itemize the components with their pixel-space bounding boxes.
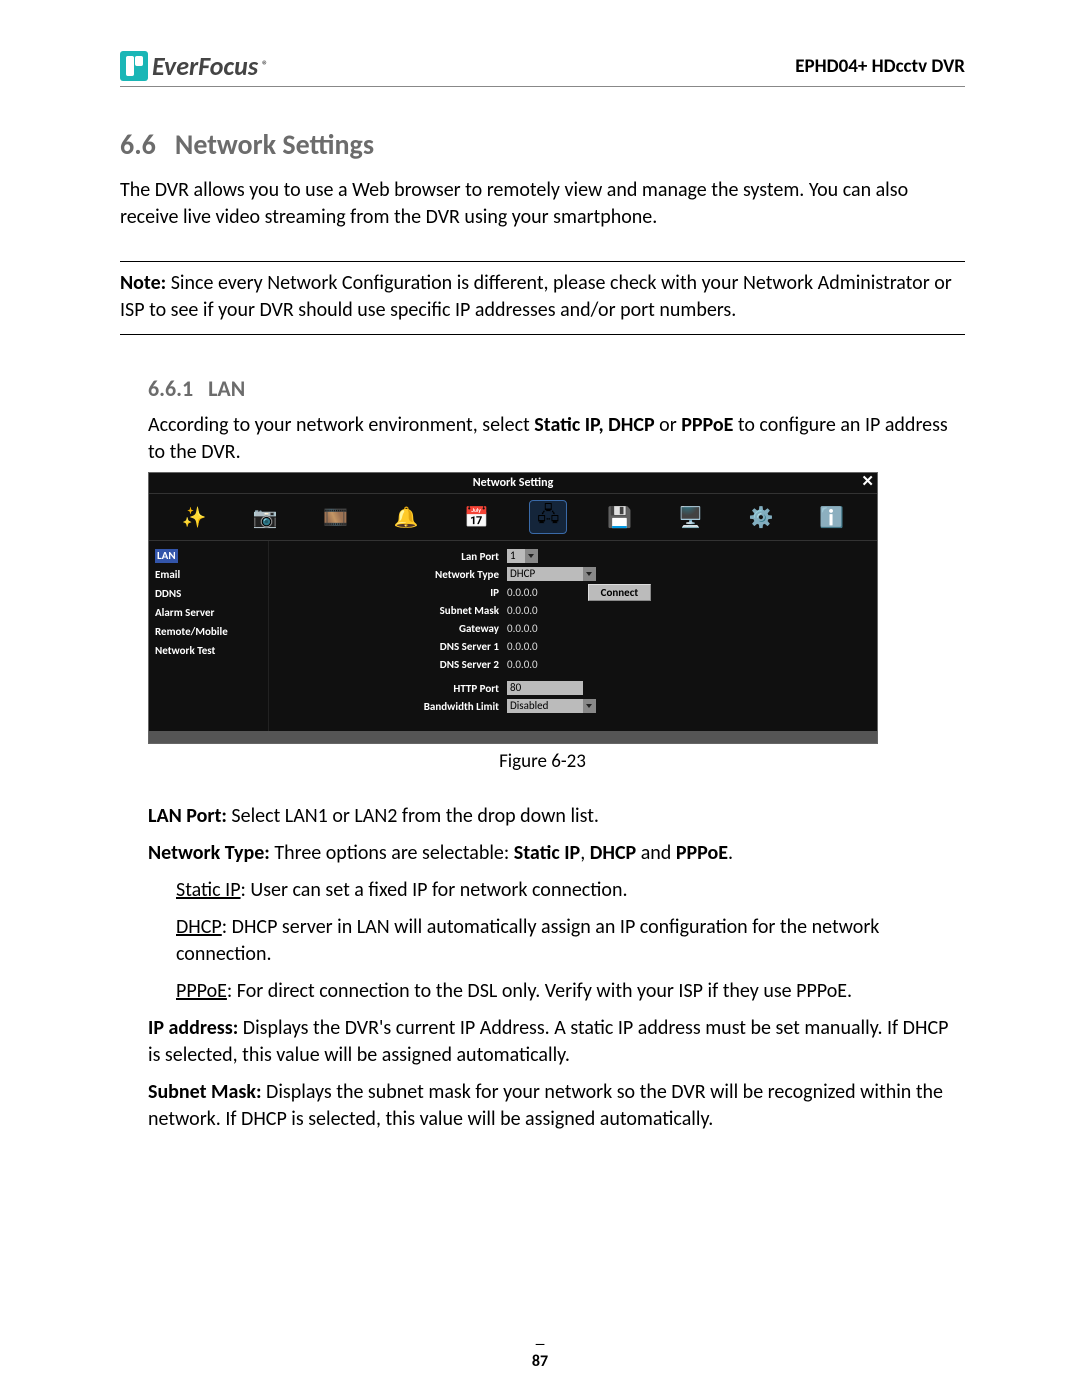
window-titlebar: Network Setting ✕ <box>149 473 877 494</box>
def-subnet-mask: Subnet Mask: Displays the subnet mask fo… <box>148 1079 965 1133</box>
camera-icon[interactable]: 📷 <box>247 501 283 533</box>
network-icon[interactable]: 🖧 <box>529 500 567 534</box>
subsection-intro: According to your network environment, s… <box>120 412 965 466</box>
page-header: EverFocus ® EPHD04+ HDcctv DVR <box>120 50 965 87</box>
brand-name: EverFocus <box>152 50 258 82</box>
sidebar-item-ddns[interactable]: DDNS <box>155 587 181 600</box>
value-dns2: 0.0.0.0 <box>507 658 538 671</box>
info-icon[interactable]: ℹ️ <box>814 501 850 533</box>
sidebar-item-alarm-server[interactable]: Alarm Server <box>155 606 214 619</box>
form-panel: Lan Port 1 Network Type DHCP IP 0.0.0.0 … <box>269 541 877 731</box>
def-dhcp: DHCP: DHCP server in LAN will automatica… <box>148 914 965 968</box>
sparkle-wand-icon[interactable]: ✨ <box>176 501 212 533</box>
label-network-type: Network Type <box>279 568 507 581</box>
sidebar-item-lan[interactable]: LAN <box>155 549 178 563</box>
section-heading: 6.6 Network Settings <box>120 127 965 162</box>
network-type-dropdown-icon[interactable] <box>583 567 596 581</box>
subsection-heading: 6.6.1 LAN <box>120 375 965 402</box>
http-port-input[interactable]: 80 <box>507 681 583 695</box>
note-box: Note: Since every Network Configuration … <box>120 261 965 335</box>
definitions: LAN Port: Select LAN1 or LAN2 from the d… <box>120 803 965 1133</box>
schedule-icon[interactable]: 📅 <box>459 501 495 533</box>
section-intro: The DVR allows you to use a Web browser … <box>120 177 965 231</box>
label-http-port: HTTP Port <box>279 682 507 695</box>
value-ip: 0.0.0.0 <box>507 586 538 599</box>
status-bar <box>149 731 877 743</box>
label-dns1: DNS Server 1 <box>279 640 507 653</box>
note-text: Since every Network Configuration is dif… <box>120 271 952 322</box>
bandwidth-dropdown-icon[interactable] <box>583 699 596 713</box>
value-subnet: 0.0.0.0 <box>507 604 538 617</box>
sidebar: LAN Email DDNS Alarm Server Remote/Mobil… <box>149 541 269 731</box>
lan-port-select[interactable]: 1 <box>507 549 525 563</box>
display-icon[interactable]: 🖥️ <box>672 501 708 533</box>
toolbar: ✨ 📷 🎞️ 🔔 📅 🖧 💾 🖥️ ⚙️ ℹ️ <box>149 494 877 541</box>
registered-mark: ® <box>262 59 268 73</box>
bell-icon[interactable]: 🔔 <box>388 501 424 533</box>
hdd-icon[interactable]: 💾 <box>602 501 638 533</box>
brand-logo: EverFocus ® <box>120 50 268 82</box>
film-reel-icon[interactable]: 🎞️ <box>317 501 353 533</box>
network-type-select[interactable]: DHCP <box>507 567 583 581</box>
gear-icon[interactable]: ⚙️ <box>743 501 779 533</box>
label-dns2: DNS Server 2 <box>279 658 507 671</box>
logo-mark-icon <box>120 51 148 81</box>
def-network-type: Network Type: Three options are selectab… <box>148 840 965 867</box>
connect-button[interactable]: Connect <box>588 584 652 601</box>
def-pppoe: PPPoE: For direct connection to the DSL … <box>148 978 965 1005</box>
page-number: 87 <box>0 1352 1080 1371</box>
def-ip-address: IP address: Displays the DVR's current I… <box>148 1015 965 1069</box>
note-label: Note: <box>120 271 166 295</box>
def-lan-port: LAN Port: Select LAN1 or LAN2 from the d… <box>148 803 965 830</box>
label-lan-port: Lan Port <box>279 550 507 563</box>
lan-port-dropdown-icon[interactable] <box>525 549 538 563</box>
product-name: EPHD04+ HDcctv DVR <box>795 55 965 78</box>
window-title: Network Setting <box>473 476 554 490</box>
label-subnet: Subnet Mask <box>279 604 507 617</box>
subsection-title: LAN <box>208 375 245 402</box>
label-gateway: Gateway <box>279 622 507 635</box>
subsection-number: 6.6.1 <box>148 375 193 402</box>
sidebar-item-remote-mobile[interactable]: Remote/Mobile <box>155 625 228 638</box>
label-bandwidth: Bandwidth Limit <box>279 700 507 713</box>
close-icon[interactable]: ✕ <box>861 474 874 490</box>
value-dns1: 0.0.0.0 <box>507 640 538 653</box>
section-number: 6.6 <box>120 127 156 162</box>
section-title-text: Network Settings <box>175 127 374 162</box>
value-gateway: 0.0.0.0 <box>507 622 538 635</box>
sidebar-item-email[interactable]: Email <box>155 568 180 581</box>
network-setting-screenshot: Network Setting ✕ ✨ 📷 🎞️ 🔔 📅 🖧 💾 🖥️ ⚙️ ℹ… <box>148 472 878 744</box>
bandwidth-select[interactable]: Disabled <box>507 699 583 713</box>
sidebar-item-network-test[interactable]: Network Test <box>155 644 215 657</box>
def-static-ip: Static IP: User can set a fixed IP for n… <box>148 877 965 904</box>
page-footer: — 87 <box>0 1338 1080 1371</box>
label-ip: IP <box>279 586 507 599</box>
figure-caption: Figure 6-23 <box>120 750 965 773</box>
